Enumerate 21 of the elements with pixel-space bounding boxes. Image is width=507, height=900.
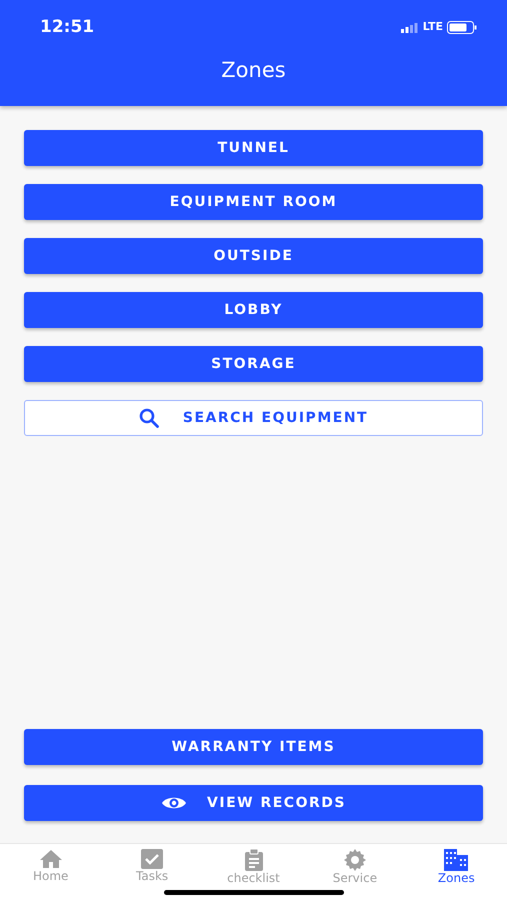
tab-item[interactable]: Zones — [406, 844, 507, 900]
settings-icon — [344, 849, 366, 871]
signal-icon — [400, 22, 419, 32]
status-time: 12:51 — [40, 16, 94, 39]
building-icon — [444, 849, 468, 871]
view-records-button[interactable]: VIEW RECORDS — [24, 785, 483, 821]
eye-icon — [161, 795, 188, 811]
clipboard-icon — [242, 849, 265, 871]
zone-button[interactable]: TUNNEL — [24, 130, 483, 166]
zone-button[interactable]: OUTSIDE — [24, 238, 483, 274]
search-equipment-button[interactable]: SEARCH EQUIPMENT — [24, 400, 483, 436]
checkbox-icon — [140, 849, 164, 869]
search-icon — [138, 408, 159, 428]
screen-title: Zones — [220, 57, 287, 84]
zone-button[interactable]: LOBBY — [24, 292, 483, 328]
network-label: LTE — [422, 19, 443, 36]
warranty-items-button[interactable]: WARRANTY ITEMS — [24, 729, 483, 765]
home-icon — [38, 849, 63, 869]
zone-button[interactable]: STORAGE — [24, 346, 483, 382]
battery-icon — [447, 21, 477, 34]
zone-button[interactable]: EQUIPMENT ROOM — [24, 184, 483, 220]
